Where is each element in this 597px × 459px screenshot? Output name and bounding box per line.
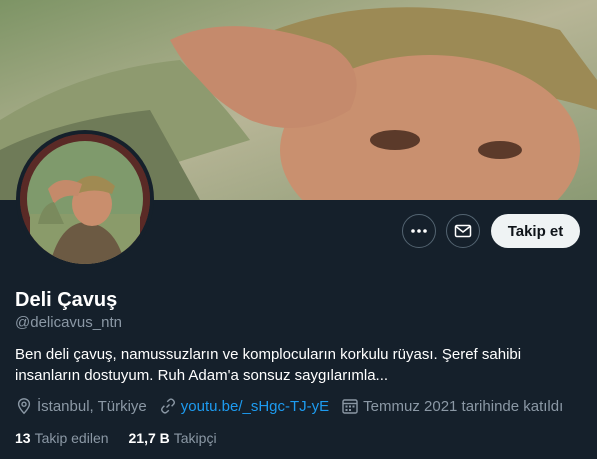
- followers-label: Takipçi: [173, 430, 217, 446]
- message-button[interactable]: [446, 214, 480, 248]
- follow-button-label: Takip et: [507, 222, 564, 240]
- location-item: İstanbul, Türkiye: [15, 397, 147, 415]
- profile-stats: 13 Takip edilen 21,7 B Takipçi: [15, 428, 237, 448]
- following-label: Takip edilen: [34, 430, 109, 446]
- calendar-icon: [342, 399, 358, 414]
- profile-handle: @delicavus_ntn: [15, 314, 122, 331]
- joined-text: Temmuz 2021 tarihinde katıldı: [363, 397, 564, 415]
- avatar[interactable]: [20, 134, 150, 264]
- profile-bio: Ben deli çavuş, namussuzların ve komploc…: [15, 346, 522, 384]
- joined-item: Temmuz 2021 tarihinde katıldı: [341, 397, 563, 415]
- location-pin-icon: [17, 398, 31, 415]
- following-stat[interactable]: 13 Takip edilen: [15, 430, 109, 446]
- more-icon: [411, 229, 427, 233]
- followers-count: 21,7 B: [128, 430, 170, 446]
- following-count: 13: [15, 430, 31, 446]
- location-text: İstanbul, Türkiye: [37, 397, 147, 415]
- link-icon: [160, 398, 175, 414]
- envelope-icon: [454, 224, 472, 238]
- follow-button[interactable]: Takip et: [491, 214, 580, 248]
- avatar-image: [27, 141, 143, 264]
- profile-meta: İstanbul, Türkiye youtu.be/_sHgc-TJ-yE T…: [15, 396, 575, 416]
- profile-name: Deli Çavuş: [15, 289, 118, 311]
- avatar-container[interactable]: [16, 130, 154, 268]
- website-item[interactable]: youtu.be/_sHgc-TJ-yE: [159, 397, 329, 415]
- more-button[interactable]: [402, 214, 436, 248]
- website-link[interactable]: youtu.be/_sHgc-TJ-yE: [181, 398, 329, 415]
- followers-stat[interactable]: 21,7 B Takipçi: [129, 430, 217, 446]
